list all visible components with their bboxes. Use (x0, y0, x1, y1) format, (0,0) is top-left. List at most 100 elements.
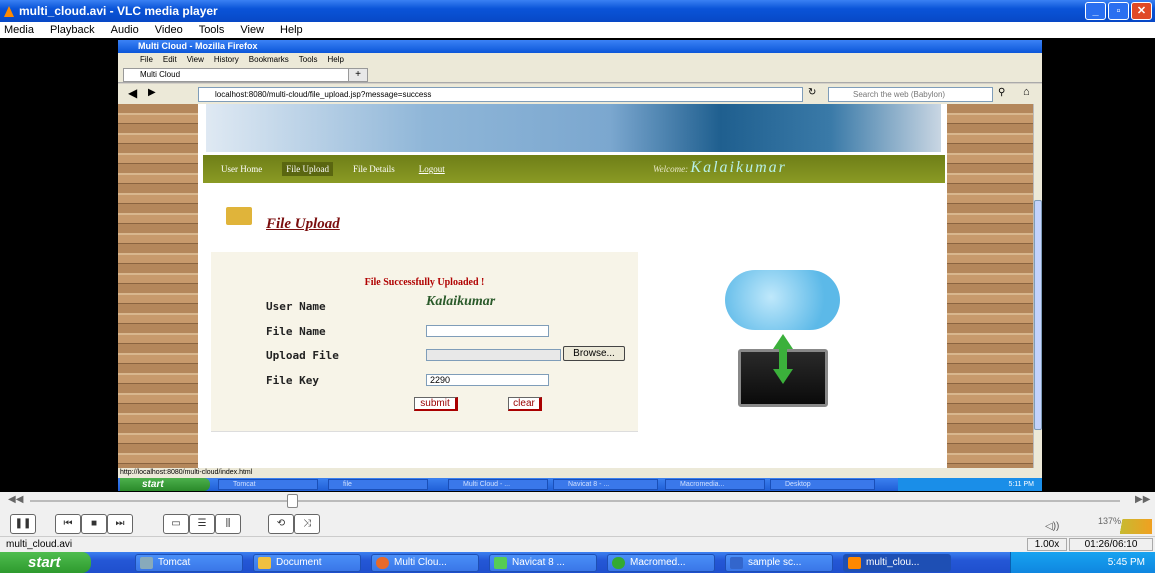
label-file-name: File Name (266, 325, 326, 338)
menu-media[interactable]: Media (4, 24, 34, 36)
navicat-icon (494, 557, 507, 569)
label-user-name: User Name (266, 300, 326, 313)
tab-strip: Multi Cloud + (118, 67, 1042, 83)
recorded-task-item: Multi Cloud - ... (448, 479, 548, 490)
vlc-filename: multi_cloud.avi (6, 539, 73, 550)
task-label: multi_clou... (866, 557, 920, 568)
folder-upload-icon (226, 207, 252, 225)
vlc-icon (848, 557, 861, 569)
ff-menu-bookmarks[interactable]: Bookmarks (249, 53, 289, 67)
clock[interactable]: 5:45 PM (1108, 557, 1145, 568)
fullscreen-icon[interactable]: ▭ (163, 514, 189, 534)
recorded-clock: 5:11 PM (898, 478, 1042, 491)
recorded-task-item: Macromedia... (665, 479, 765, 490)
nav-file-details[interactable]: File Details (349, 162, 399, 176)
vlc-menu-bar: Media Playback Audio Video Tools View He… (0, 22, 1155, 38)
time-display[interactable]: 01:26/06:10 (1069, 538, 1153, 551)
ff-menu-tools[interactable]: Tools (299, 53, 318, 67)
menu-view[interactable]: View (240, 24, 264, 36)
start-button[interactable]: start (0, 552, 91, 573)
volume-percent: 137% (1098, 516, 1122, 526)
maximize-button[interactable]: ▫ (1108, 2, 1129, 20)
previous-icon[interactable]: ⏮ (55, 514, 81, 534)
forward-icon[interactable]: ▶ (148, 87, 156, 98)
seek-handle[interactable] (286, 494, 298, 508)
stop-icon[interactable]: ■ (81, 514, 107, 534)
file-key-input[interactable]: 2290 (426, 374, 549, 386)
recorded-task-item: Tomcat (218, 479, 318, 490)
next-icon[interactable]: ⏭ (107, 514, 133, 534)
address-bar[interactable]: localhost:8080/multi-cloud/file_upload.j… (198, 87, 803, 102)
search-icon[interactable]: ⚲ (998, 87, 1005, 98)
nav-file-upload[interactable]: File Upload (282, 162, 333, 176)
success-message: File Successfully Uploaded ! (364, 277, 485, 288)
clear-button[interactable]: clear (508, 397, 542, 411)
nav-logout[interactable]: Logout (415, 162, 449, 176)
submit-button[interactable]: submit (414, 397, 458, 411)
playlist-icon[interactable]: ☰ (189, 514, 215, 534)
task-navicat[interactable]: Navicat 8 ... (489, 554, 597, 572)
seek-bar[interactable]: ◀◀ ▶▶ (0, 492, 1155, 510)
task-label: Navicat 8 ... (512, 557, 565, 568)
firefox-menu-bar: File Edit View History Bookmarks Tools H… (118, 53, 1042, 67)
navigation-toolbar: ◀ ▶ localhost:8080/multi-cloud/file_uplo… (118, 84, 1042, 104)
task-sample[interactable]: sample sc... (725, 554, 833, 572)
task-label: Document (276, 557, 322, 568)
search-input[interactable]: Search the web (Babylon) (828, 87, 993, 102)
shuffle-icon[interactable]: ⤨ (294, 514, 320, 534)
new-tab-button[interactable]: + (348, 68, 368, 82)
seek-track[interactable] (30, 500, 1120, 502)
minimize-button[interactable]: _ (1085, 2, 1106, 20)
ff-menu-help[interactable]: Help (327, 53, 343, 67)
word-icon (730, 557, 743, 569)
volume-icon[interactable]: ◁)) (1045, 521, 1059, 532)
folder-icon (258, 557, 271, 569)
upload-file-path[interactable] (426, 349, 561, 361)
menu-playback[interactable]: Playback (50, 24, 95, 36)
close-button[interactable]: ✕ (1131, 2, 1152, 20)
task-label: Tomcat (158, 557, 191, 568)
menu-video[interactable]: Video (155, 24, 183, 36)
recorded-task-item: file (328, 479, 428, 490)
ff-menu-view[interactable]: View (187, 53, 204, 67)
ff-menu-edit[interactable]: Edit (163, 53, 177, 67)
page-title: File Upload (266, 216, 340, 232)
recorded-task-item: Desktop (770, 479, 875, 490)
task-macromedia[interactable]: Macromed... (607, 554, 715, 572)
menu-audio[interactable]: Audio (111, 24, 139, 36)
site-navbar: User Home File Upload File Details Logou… (203, 155, 945, 183)
pause-icon[interactable]: ❚❚ (10, 514, 36, 534)
scrollbar-thumb[interactable] (1034, 200, 1042, 430)
menu-tools[interactable]: Tools (199, 24, 225, 36)
user-name-value: Kalaikumar (426, 294, 496, 309)
recorded-start-button: start (120, 478, 210, 491)
seek-forward-icon[interactable]: ▶▶ (1135, 494, 1150, 505)
task-vlc[interactable]: multi_clou... (843, 554, 951, 572)
menu-help[interactable]: Help (280, 24, 303, 36)
vlc-cone-icon (4, 5, 14, 17)
welcome-label: Welcome: (653, 164, 689, 174)
ff-menu-history[interactable]: History (214, 53, 239, 67)
loop-icon[interactable]: ⟲ (268, 514, 294, 534)
nav-user-home[interactable]: User Home (217, 162, 266, 176)
task-multi-cloud[interactable]: Multi Clou... (371, 554, 479, 572)
back-icon[interactable]: ◀ (128, 86, 137, 100)
home-icon[interactable]: ⌂ (1023, 86, 1030, 98)
file-name-input[interactable] (426, 325, 549, 337)
seek-back-icon[interactable]: ◀◀ (8, 494, 23, 505)
tab-multi-cloud[interactable]: Multi Cloud (123, 68, 351, 82)
browse-button[interactable]: Browse... (563, 346, 625, 361)
task-document[interactable]: Document (253, 554, 361, 572)
windows-taskbar: start Tomcat Document Multi Clou... Navi… (0, 552, 1155, 573)
reload-icon[interactable]: ↻ (808, 87, 816, 98)
label-file-key: File Key (266, 374, 319, 387)
recorded-taskbar: start Tomcat file Multi Cloud - ... Navi… (118, 478, 1042, 491)
task-label: Multi Clou... (394, 557, 447, 568)
firefox-window: Multi Cloud - Mozilla Firefox File Edit … (118, 40, 1042, 491)
page-content: User Home File Upload File Details Logou… (198, 104, 947, 468)
task-label: Macromed... (630, 557, 686, 568)
task-tomcat[interactable]: Tomcat (135, 554, 243, 572)
playback-speed[interactable]: 1.00x (1027, 538, 1067, 551)
ff-menu-file[interactable]: File (140, 53, 153, 67)
equalizer-icon[interactable]: ⫼ (215, 514, 241, 534)
